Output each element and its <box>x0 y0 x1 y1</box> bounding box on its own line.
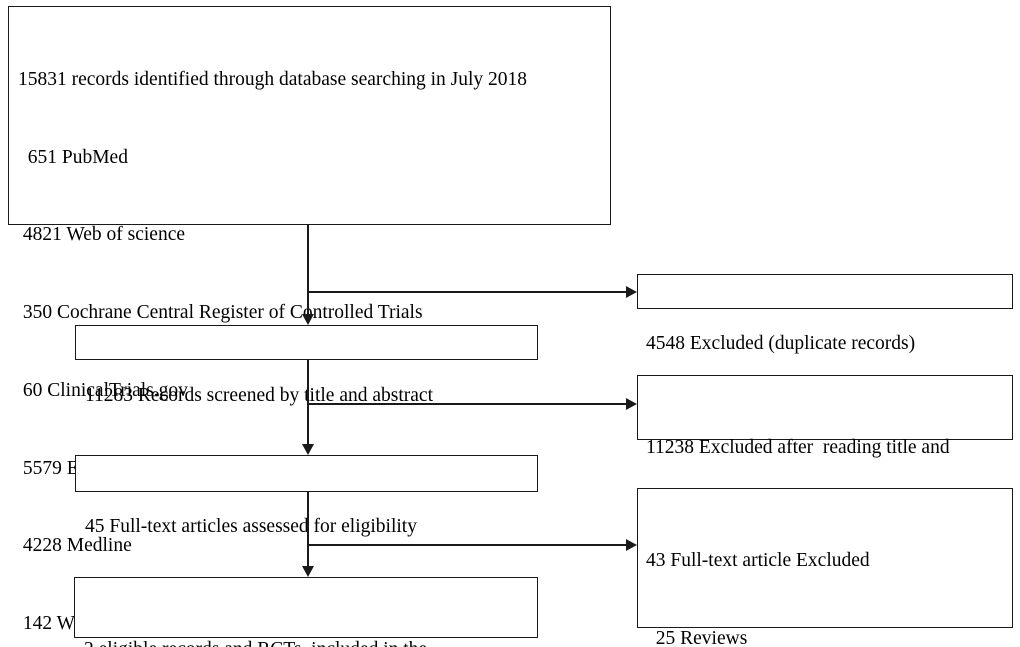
connector-fulltext-trunk <box>307 492 310 572</box>
identified-line-2: 4821 Web of science <box>18 224 186 246</box>
excl-ft-line-1: 25 Reviews <box>646 627 748 647</box>
fulltext-line-0: 45 Full-text articles assessed for eligi… <box>85 515 417 537</box>
identified-line-0: 15831 records identified through databas… <box>18 68 528 90</box>
excl-title-line-0: 11238 Excluded after reading title and <box>646 436 950 458</box>
box-records-identified: 15831 records identified through databas… <box>8 6 611 634</box>
excl-dup-line-0: 4548 Excluded (duplicate records) <box>646 332 916 354</box>
identified-line-3: 350 Cochrane Central Register of Control… <box>18 302 423 324</box>
arrow-to-excluded-fulltext <box>626 538 637 551</box>
box-excluded-duplicates: 4548 Excluded (duplicate records) <box>637 274 1013 354</box>
connector-identified-trunk <box>307 225 310 319</box>
included-line-0: 2 eligible records and RCTs included in … <box>84 637 537 647</box>
identified-line-1: 651 PubMed <box>18 146 128 168</box>
box-excluded-title-abstract: 11238 Excluded after reading title and a… <box>637 375 1013 536</box>
connector-to-excluded-fulltext <box>307 544 627 547</box>
arrow-identified-to-screened <box>301 314 314 325</box>
box-fulltext-assessed: 45 Full-text articles assessed for eligi… <box>75 455 538 537</box>
arrow-screened-to-fulltext <box>301 444 314 455</box>
excl-ft-line-0: 43 Full-text article Excluded <box>646 549 870 571</box>
connector-to-excluded-duplicates <box>307 291 627 294</box>
arrow-to-excluded-duplicates <box>626 285 637 298</box>
arrow-fulltext-to-included <box>301 566 314 577</box>
box-excluded-fulltext: 43 Full-text article Excluded 25 Reviews… <box>637 488 1013 647</box>
arrow-to-excluded-title-abstract <box>626 397 637 410</box>
connector-to-excluded-title-abstract <box>307 403 627 406</box>
box-records-included: 2 eligible records and RCTs included in … <box>74 577 538 647</box>
box-records-screened: 11283 Records screened by title and abst… <box>75 325 538 406</box>
prisma-flow-diagram: 15831 records identified through databas… <box>0 0 1020 647</box>
